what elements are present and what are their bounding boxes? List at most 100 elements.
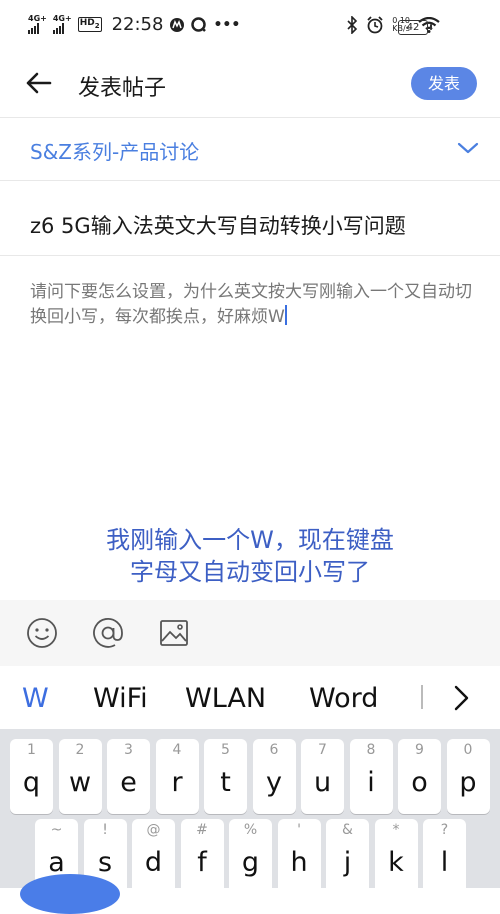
key-w[interactable]: 2w (58, 739, 102, 814)
bluetooth-icon (347, 16, 358, 34)
battery-level: 42 (406, 22, 420, 33)
key-g[interactable]: % g (229, 819, 272, 888)
key-secondary-label: # (196, 822, 208, 838)
key-y[interactable]: 6y (252, 739, 296, 814)
key-letter: u (313, 767, 332, 798)
key-letter: h (290, 847, 308, 878)
key-k[interactable]: * k (374, 819, 418, 888)
key-secondary-label: 9 (415, 742, 424, 758)
key-p[interactable]: 0p (446, 739, 490, 814)
text-cursor (284, 305, 287, 325)
key-l[interactable]: ? l (423, 819, 466, 888)
signal-1-label: 4G+ (28, 14, 47, 23)
annotation-line-2: 字母又自动变回小写了 (130, 558, 370, 586)
divider (0, 180, 500, 181)
hd-label: HD (79, 18, 95, 29)
key-letter: i (367, 767, 375, 798)
key-letter: s (97, 847, 113, 878)
key-secondary-label: ~ (50, 822, 63, 838)
key-secondary-label: 6 (269, 742, 279, 758)
alarm-icon (367, 16, 383, 34)
key-letter: l (440, 847, 449, 878)
key-t[interactable]: 5t (204, 739, 247, 814)
key-i[interactable]: 8i (349, 739, 393, 814)
mention-icon[interactable] (91, 616, 125, 650)
publish-button[interactable]: 发表 (411, 67, 477, 100)
search-app-icon (191, 16, 207, 32)
status-time: 22:58 (111, 14, 164, 35)
page-title: 发表帖子 (78, 76, 167, 101)
key-f[interactable]: # f (180, 819, 224, 888)
key-secondary-label: ! (102, 822, 108, 838)
app-notification-icon (170, 17, 185, 32)
key-secondary-label: @ (146, 822, 161, 838)
key-letter: k (388, 847, 404, 878)
key-secondary-label: 0 (463, 742, 473, 758)
key-h[interactable]: ' h (277, 819, 321, 888)
annotation-line-1: 我刚输入一个W，现在键盘 (106, 526, 394, 554)
suggestion-item[interactable]: WLAN (185, 683, 266, 714)
category-selector[interactable]: S&Z系列-产品讨论 (0, 118, 500, 180)
chevron-right-icon[interactable] (448, 683, 474, 713)
soft-keyboard: 1 q 2 w 3 e 4 r 5 t 6 y 7 u 8 i 9 o 0 p ~ a! s @ d # f% g ' h & j * k? l (0, 729, 500, 888)
key-secondary-label: 7 (318, 742, 327, 758)
key-secondary-label: 2 (75, 742, 85, 758)
keyboard-suggestion-bar: W WiFi WLAN Word (0, 667, 500, 729)
key-secondary-label: 5 (221, 742, 230, 758)
post-body-input[interactable]: 请问下要怎么设置，为什么英文按大写刚输入一个又自动切换回小写，每次都挨点，好麻烦… (30, 280, 480, 330)
more-notifications-icon: ••• (213, 16, 241, 33)
emoji-icon[interactable] (25, 616, 59, 650)
divider (0, 255, 500, 256)
key-secondary-label: * (392, 822, 400, 838)
key-letter: j (343, 847, 352, 878)
image-icon[interactable] (157, 616, 191, 650)
key-secondary-label: 4 (172, 742, 182, 758)
key-q[interactable]: 1q (10, 739, 53, 814)
editor-toolbar (0, 600, 500, 666)
key-secondary-label: ? (440, 822, 449, 838)
key-letter: d (144, 847, 163, 878)
chevron-down-icon (457, 142, 479, 154)
key-secondary-label: 1 (27, 742, 36, 758)
suggestion-separator (421, 685, 423, 709)
hd-sub: 2 (94, 21, 100, 30)
suggestion-item[interactable]: W (22, 683, 49, 714)
key-r[interactable]: 4r (155, 739, 199, 814)
key-letter: g (241, 847, 260, 878)
battery-icon: 42 (398, 20, 432, 35)
key-letter: w (68, 767, 92, 798)
key-d[interactable]: @ d (132, 819, 175, 888)
key-letter: y (266, 767, 282, 798)
signal-2-label: 4G+ (52, 14, 72, 23)
key-e[interactable]: 3e (107, 739, 150, 814)
back-arrow-icon[interactable] (24, 68, 54, 98)
key-letter: e (120, 767, 137, 798)
post-title-input[interactable]: z6 5G输入法英文大写自动转换小写问题 (30, 210, 406, 240)
signal-1: 4G+ (28, 15, 47, 34)
key-letter: t (220, 767, 231, 798)
signal-2: 4G+ (52, 14, 72, 34)
key-secondary-label: ' (297, 822, 301, 838)
status-bar: 4G+ 4G+ HD2 22:58 ••• 0.10 KB/s 42 (0, 0, 500, 58)
key-letter: f (197, 847, 207, 878)
key-j[interactable]: & j (326, 819, 369, 888)
app-header: 发表帖子 发表 (0, 58, 500, 110)
key-secondary-label: % (243, 822, 258, 838)
key-o[interactable]: 9o (398, 739, 441, 814)
suggestion-item[interactable]: Word (309, 683, 378, 714)
annotation-caption: 我刚输入一个W，现在键盘 字母又自动变回小写了 (0, 524, 500, 588)
key-letter: p (459, 767, 477, 798)
key-secondary-label: & (342, 822, 353, 838)
category-label: S&Z系列-产品讨论 (30, 140, 200, 164)
post-body-text: 请问下要怎么设置，为什么英文按大写刚输入一个又自动切换回小写，每次都挨点，好麻烦… (30, 282, 472, 327)
key-secondary-label: 8 (366, 742, 376, 758)
signal-bars-icon (28, 23, 39, 34)
key-letter: r (171, 767, 183, 798)
key-secondary-label: 3 (124, 742, 133, 758)
key-letter: q (22, 767, 41, 798)
suggestion-item[interactable]: WiFi (93, 683, 148, 714)
key-letter: o (411, 767, 428, 798)
hd-icon: HD2 (77, 17, 102, 32)
floating-keyboard-button[interactable] (20, 874, 120, 914)
key-u[interactable]: 7u (301, 739, 344, 814)
